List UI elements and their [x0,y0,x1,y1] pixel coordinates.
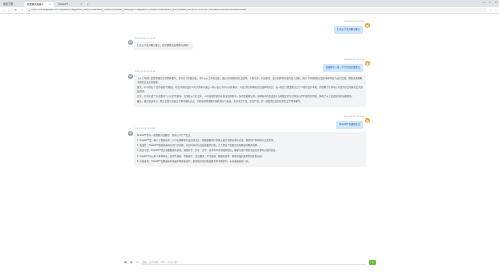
message-timestamp: 2023-03-10 11:20:58 [135,38,156,40]
bot-paragraph: 2. 高效性：ChatGPT能够快速响应用户的问题，在短时间内生成高质量的回答，… [137,145,260,148]
user-message: 汇总以下读书笔记要点 [334,26,363,34]
send-button[interactable]: ↑ [369,259,376,265]
tab-label: 免费聊天机器人 [27,3,44,7]
forward-icon[interactable]: → [8,8,12,12]
bot-avatar: AI [128,131,133,136]
close-window-button[interactable]: ✕ [495,1,497,4]
toolbar-icons: ☆ ⋯ [489,8,497,12]
bot-paragraph: 首先，书中提出了“差序格局”的概念，指出中国社会的人际关系像水波纹一样以自己为中… [137,86,363,93]
message-timestamp: 2023-03-10 11:22:51 [135,128,156,130]
close-tab-icon[interactable]: ✕ [49,3,51,6]
url-text: https://chat.aogeekai.cn/#/?keyword=chat… [31,9,246,11]
tab-label: ChatGPT [58,2,68,6]
minimize-button[interactable]: — [483,1,486,4]
chat-area: 2023-03-10 11:20:52 我 汇总以下读书笔记要点 AI 2023… [0,14,499,255]
home-icon[interactable]: ⌂ [20,8,24,12]
lock-icon: ● [28,8,30,12]
close-tab-icon[interactable]: ✕ [80,3,82,6]
bot-paragraph: 其次，书中论述了“礼治秩序”与“无讼”的观念。在传统乡土社会中，人们依靠传统的礼… [137,96,354,99]
browser-titlebar: 搜索引擎 免费聊天机器人 ✕ ChatGPT ✕ + — □ ✕ [0,0,499,7]
user-message: ChatGPT有哪些优点 [335,121,363,129]
message-timestamp: 2023-03-10 11:21:35 [343,59,364,61]
bot-message: 汇总以下读书笔记要点，您需要我总结哪些内容呢？ [134,42,193,50]
bot-message: 《乡土中国》是费孝通先生的经典著作，全书共十四篇文章。书中从乡土本色出发，通过对… [134,75,366,108]
bot-avatar: AI [128,40,133,45]
bot-paragraph: 1. ChatGPT是一种人工智能技术，它可以理解和生成自然语言，能够根据用户的… [137,139,276,142]
bot-paragraph: ChatGPT作为一款智能对话模型，具有以下几个优点： [137,134,193,137]
maximize-button[interactable]: □ [489,1,491,4]
image-upload-icon[interactable]: ▣ [124,260,127,264]
emoji-icon[interactable]: ☺ [136,260,139,264]
user-avatar: 我 [365,118,370,123]
message-timestamp: 2023-03-10 11:20:52 [343,21,364,23]
star-icon[interactable]: ☆ [489,8,492,12]
bot-paragraph: 5. 持续进化：ChatGPT会随着技术发展不断更新迭代，模型能力和回答质量也将… [137,160,251,163]
message-timestamp: 2023-03-10 11:22:40 [343,116,364,118]
url-field[interactable]: ● https://chat.aogeekai.cn/#/?keyword=ch… [26,7,487,13]
microphone-icon[interactable]: ◉ [130,260,133,264]
message-input[interactable]: 请输入您的问题，Shift + Enter 换行 [142,259,366,265]
bot-paragraph: 《乡土中国》是费孝通先生的经典著作，全书共十四篇文章。书中从乡土本色出发，通过对… [137,77,363,84]
user-avatar: 我 [365,23,370,28]
address-bar: ← → ↻ ⌂ ● https://chat.aogeekai.cn/#/?ke… [0,7,499,14]
bot-avatar: AI [128,74,133,79]
user-avatar: 我 [365,61,370,66]
bot-message: ChatGPT作为一款智能对话模型，具有以下几个优点： 1. ChatGPT是一… [134,132,366,167]
refresh-icon[interactable]: ↻ [14,8,18,12]
message-timestamp: 2023-03-10 11:21:49 [135,71,156,73]
bot-paragraph: 最后，通过阅读本书，我认识到只有真正了解中国的过去，才能更好地理解中国的现在与未… [137,101,303,104]
menu-icon[interactable]: ⋯ [494,8,497,12]
chat-input-bar: ▣ ◉ ☺ 请输入您的问题，Shift + Enter 换行 ↑ [124,258,376,266]
user-message: 请帮我写一篇一千字的读后感要点 [322,64,363,72]
bot-paragraph: 3. 知识丰富：ChatGPT经过海量数据的训练，涵盖科学、历史、文学、技术等众… [137,150,278,153]
bot-paragraph: 4. ChatGPT可以用于多种场景，如写作辅助、代码编写、语言翻译、学习答疑、… [137,155,264,158]
back-icon[interactable]: ← [2,8,6,12]
window-controls: — □ ✕ [483,1,497,4]
app-name: 搜索引擎 [3,2,14,6]
